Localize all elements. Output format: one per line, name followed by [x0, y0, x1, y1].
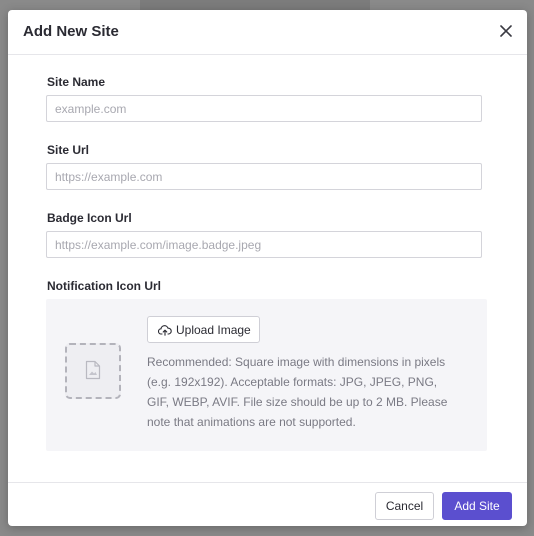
notification-icon-url-label: Notification Icon Url — [47, 279, 161, 293]
site-url-input[interactable] — [46, 163, 482, 190]
image-file-icon — [85, 360, 101, 380]
dialog-header: Add New Site — [8, 10, 527, 55]
upload-help-text: Recommended: Square image with dimension… — [147, 355, 448, 429]
badge-icon-url-label: Badge Icon Url — [47, 211, 132, 225]
image-preview-placeholder — [65, 343, 121, 399]
badge-icon-url-input[interactable] — [46, 231, 482, 258]
upload-image-button[interactable]: Upload Image — [147, 316, 260, 343]
background-page-strip — [140, 0, 370, 10]
close-button[interactable] — [497, 22, 515, 40]
close-icon — [500, 25, 512, 37]
site-url-label: Site Url — [47, 143, 90, 157]
add-site-dialog: Add New Site Site Name Site Url Badge Ic… — [8, 10, 527, 526]
dialog-footer: Cancel Add Site — [8, 482, 527, 526]
dialog-title: Add New Site — [23, 23, 119, 40]
upload-image-label: Upload Image — [176, 323, 251, 337]
cloud-upload-icon — [158, 325, 172, 336]
background-page-text — [0, 136, 6, 148]
notification-icon-upload-panel: Upload Image Recommended: Square image w… — [46, 299, 487, 451]
site-name-input[interactable] — [46, 95, 482, 122]
add-site-button[interactable]: Add Site — [442, 492, 512, 520]
site-name-label: Site Name — [47, 75, 106, 89]
cancel-button[interactable]: Cancel — [375, 492, 434, 520]
